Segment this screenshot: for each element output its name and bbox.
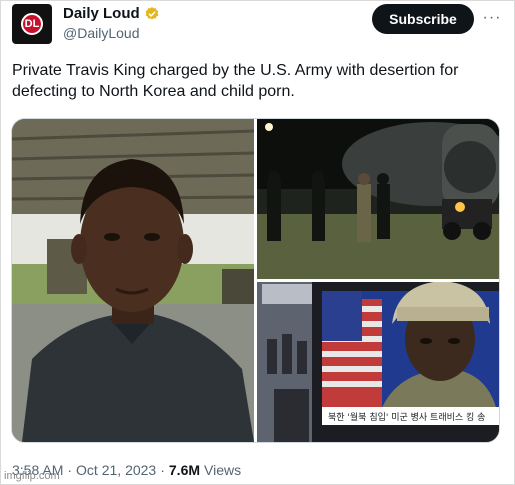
imgflip-watermark: imgflip.com — [4, 470, 60, 482]
more-options-icon[interactable]: ··· — [482, 8, 502, 28]
views-label: Views — [204, 462, 242, 478]
avatar[interactable]: DL — [12, 4, 52, 44]
tweet-media[interactable]: 북한 '월북 침입' 미군 병사 트래비스 킹 송 — [11, 118, 500, 443]
news-caption: 북한 '월북 침입' 미군 병사 트래비스 킹 송 — [328, 411, 485, 423]
tweet-date[interactable]: Oct 21, 2023 — [76, 462, 156, 478]
meta-separator: · — [160, 462, 165, 478]
verified-badge-icon — [145, 6, 159, 20]
author-handle[interactable]: @DailyLoud — [63, 25, 139, 41]
views-count[interactable]: 7.6M — [169, 462, 200, 478]
airfield-photo[interactable] — [257, 119, 499, 279]
selfie-photo[interactable] — [12, 119, 255, 442]
display-name[interactable]: Daily Loud — [63, 5, 140, 22]
tweet-text: Private Travis King charged by the U.S. … — [12, 62, 459, 100]
media-grid: 북한 '월북 침입' 미군 병사 트래비스 킹 송 — [12, 119, 499, 442]
author-name-row[interactable]: Daily Loud — [63, 5, 160, 22]
meta-separator: · — [67, 462, 73, 478]
daily-loud-logo: DL — [21, 13, 43, 35]
news-broadcast-photo[interactable]: 북한 '월북 침입' 미군 병사 트래비스 킹 송 — [257, 281, 499, 442]
subscribe-button[interactable]: Subscribe — [372, 4, 474, 34]
